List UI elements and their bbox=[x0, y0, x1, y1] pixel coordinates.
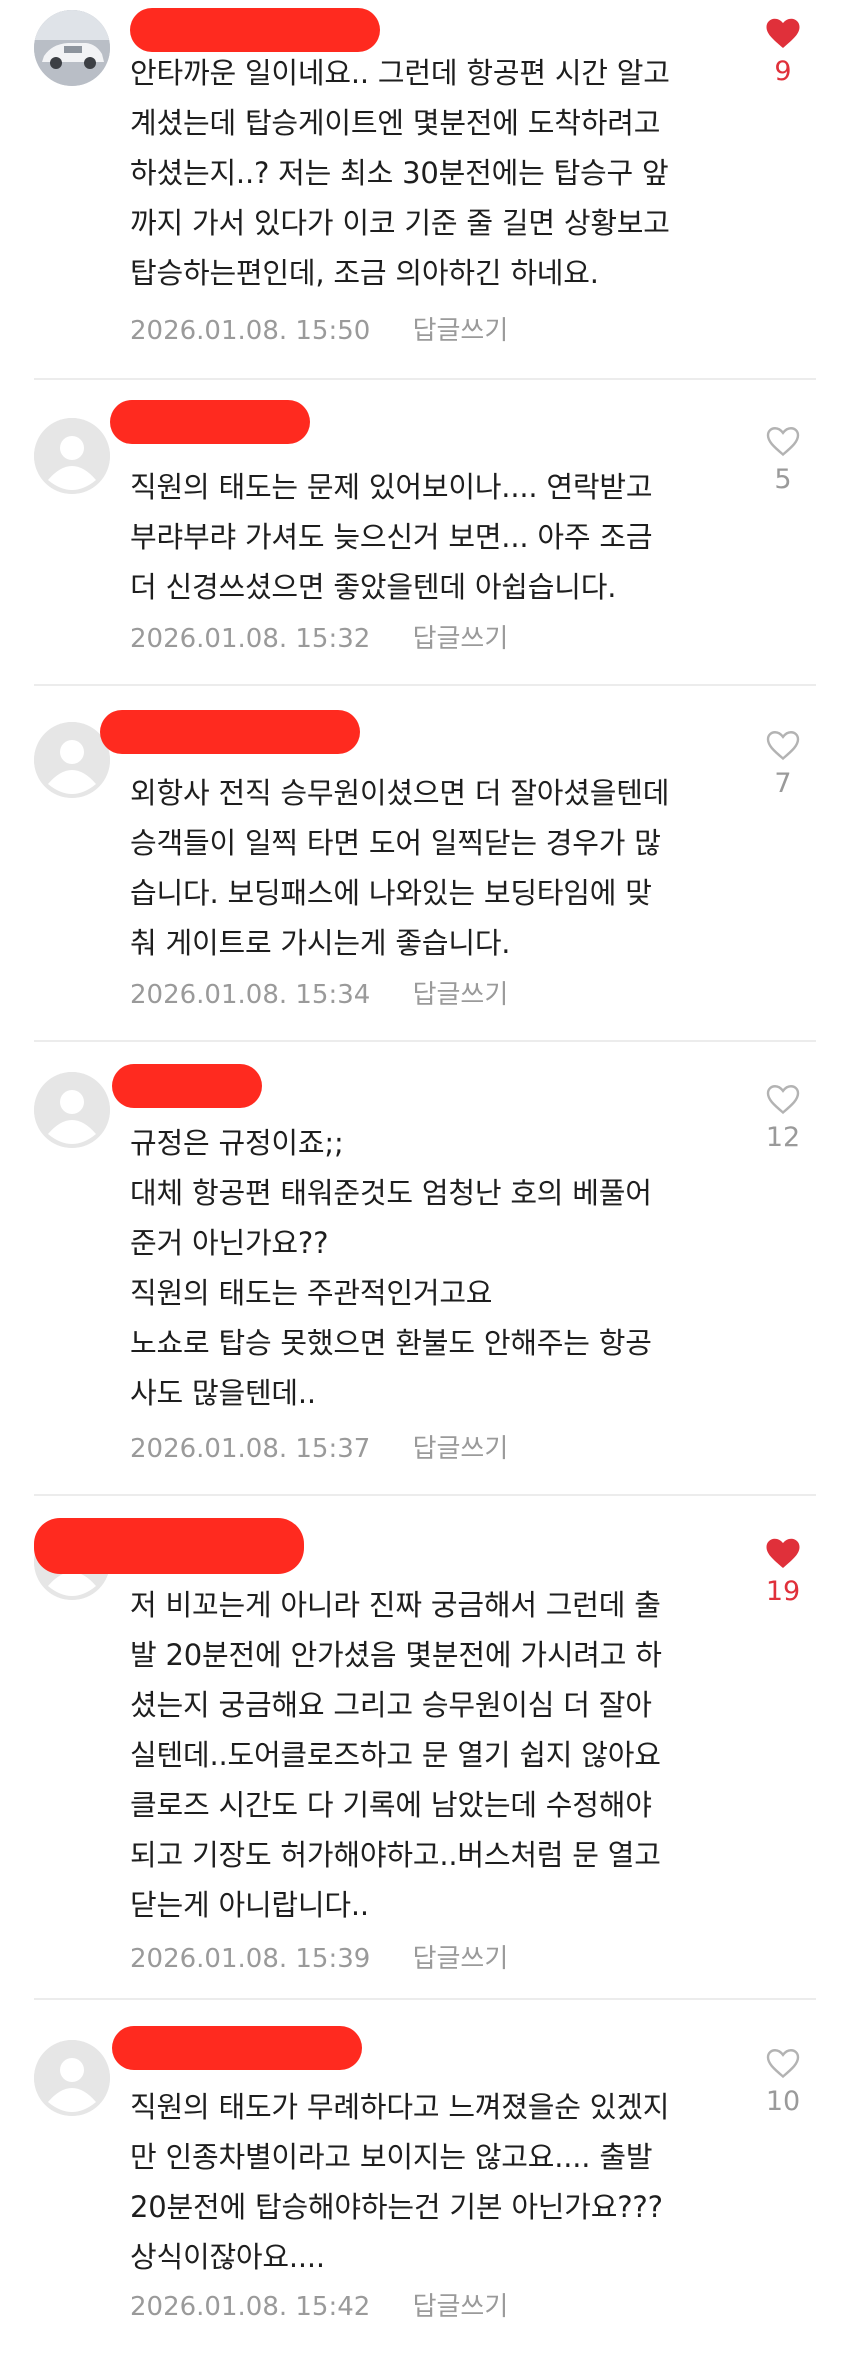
avatar[interactable] bbox=[34, 722, 110, 798]
comment-date: 2026.01.08. 15:50 bbox=[130, 316, 371, 346]
comment-date: 2026.01.08. 15:42 bbox=[130, 2292, 371, 2322]
like-button[interactable]: 12 bbox=[758, 1082, 808, 1153]
heart-outline-icon bbox=[766, 1085, 800, 1115]
avatar[interactable] bbox=[34, 418, 110, 494]
comment-text: 외항사 전직 승무원이셨으면 더 잘아셨을텐데 승객들이 일찍 타면 도어 일찍… bbox=[130, 776, 670, 960]
redacted-username bbox=[100, 710, 360, 754]
redacted-username bbox=[34, 1518, 304, 1574]
default-user-icon bbox=[34, 722, 110, 798]
comment-text: 직원의 태도가 무례하다고 느껴졌을순 있겠지 만 인종차별이라고 보이지는 않… bbox=[130, 2090, 670, 2274]
redacted-username bbox=[112, 1064, 262, 1108]
comment-text: 직원의 태도는 문제 있어보이나.... 연락받고 부랴부랴 가셔도 늦으신거 … bbox=[130, 470, 653, 604]
comment-item: 저 비꼬는게 아니라 진짜 궁금해서 그런데 출 발 20분전에 안가셨음 몇분… bbox=[0, 1496, 850, 2000]
reply-button[interactable]: 답글쓰기 bbox=[413, 618, 509, 655]
like-count: 12 bbox=[765, 1122, 801, 1153]
like-count: 9 bbox=[774, 56, 792, 87]
comment-meta: 2026.01.08. 15:42 답글쓰기 bbox=[130, 2286, 508, 2323]
avatar[interactable] bbox=[34, 1072, 110, 1148]
heart-filled-icon bbox=[766, 1538, 800, 1568]
reply-button[interactable]: 답글쓰기 bbox=[413, 310, 509, 347]
comment-item: 규정은 규정이죠;; 대체 항공편 태워준것도 엄청난 호의 베풀어 준거 아닌… bbox=[0, 1042, 850, 1496]
like-count: 5 bbox=[774, 464, 792, 495]
like-button[interactable]: 9 bbox=[758, 16, 808, 87]
comment-meta: 2026.01.08. 15:32 답글쓰기 bbox=[130, 618, 508, 655]
comment-meta: 2026.01.08. 15:39 답글쓰기 bbox=[130, 1938, 508, 1975]
default-user-icon bbox=[34, 418, 110, 494]
comment-list: 안타까운 일이네요.. 그런데 항공편 시간 알고 계셨는데 탑승게이트엔 몇분… bbox=[0, 0, 850, 2356]
heart-outline-icon bbox=[766, 427, 800, 457]
redacted-username bbox=[130, 8, 380, 52]
comment-date: 2026.01.08. 15:34 bbox=[130, 980, 371, 1010]
reply-button[interactable]: 답글쓰기 bbox=[413, 1938, 509, 1975]
comment-date: 2026.01.08. 15:32 bbox=[130, 624, 371, 654]
comment-item: 직원의 태도는 문제 있어보이나.... 연락받고 부랴부랴 가셔도 늦으신거 … bbox=[0, 380, 850, 686]
comment-meta: 2026.01.08. 15:34 답글쓰기 bbox=[130, 974, 508, 1011]
redacted-username bbox=[110, 400, 310, 444]
redacted-username bbox=[112, 2026, 362, 2070]
reply-button[interactable]: 답글쓰기 bbox=[413, 2286, 509, 2323]
comment-text: 규정은 규정이죠;; 대체 항공편 태워준것도 엄청난 호의 베풀어 준거 아닌… bbox=[130, 1126, 652, 1410]
reply-button[interactable]: 답글쓰기 bbox=[413, 1428, 509, 1465]
like-button[interactable]: 7 bbox=[758, 728, 808, 799]
like-count: 7 bbox=[774, 768, 792, 799]
like-count: 19 bbox=[765, 1576, 801, 1607]
avatar[interactable] bbox=[34, 10, 110, 86]
comment-meta: 2026.01.08. 15:50 답글쓰기 bbox=[130, 310, 508, 347]
comment-meta: 2026.01.08. 15:37 답글쓰기 bbox=[130, 1428, 508, 1465]
comment-item: 외항사 전직 승무원이셨으면 더 잘아셨을텐데 승객들이 일찍 타면 도어 일찍… bbox=[0, 686, 850, 1042]
like-count: 10 bbox=[765, 2086, 801, 2117]
default-user-icon bbox=[34, 1072, 110, 1148]
comment-text: 안타까운 일이네요.. 그런데 항공편 시간 알고 계셨는데 탑승게이트엔 몇분… bbox=[130, 56, 670, 290]
heart-outline-icon bbox=[766, 2049, 800, 2079]
comment-date: 2026.01.08. 15:37 bbox=[130, 1434, 371, 1464]
like-button[interactable]: 5 bbox=[758, 424, 808, 495]
default-user-icon bbox=[34, 2040, 110, 2116]
avatar[interactable] bbox=[34, 2040, 110, 2116]
like-button[interactable]: 19 bbox=[758, 1536, 808, 1607]
reply-button[interactable]: 답글쓰기 bbox=[413, 974, 509, 1011]
car-photo-avatar-icon bbox=[34, 10, 110, 86]
comment-item: 안타까운 일이네요.. 그런데 항공편 시간 알고 계셨는데 탑승게이트엔 몇분… bbox=[0, 0, 850, 380]
like-button[interactable]: 10 bbox=[758, 2046, 808, 2117]
comment-item: 직원의 태도가 무례하다고 느껴졌을순 있겠지 만 인종차별이라고 보이지는 않… bbox=[0, 2000, 850, 2356]
comment-text: 저 비꼬는게 아니라 진짜 궁금해서 그런데 출 발 20분전에 안가셨음 몇분… bbox=[130, 1588, 662, 1922]
comment-date: 2026.01.08. 15:39 bbox=[130, 1944, 371, 1974]
heart-filled-icon bbox=[766, 18, 800, 48]
heart-outline-icon bbox=[766, 731, 800, 761]
